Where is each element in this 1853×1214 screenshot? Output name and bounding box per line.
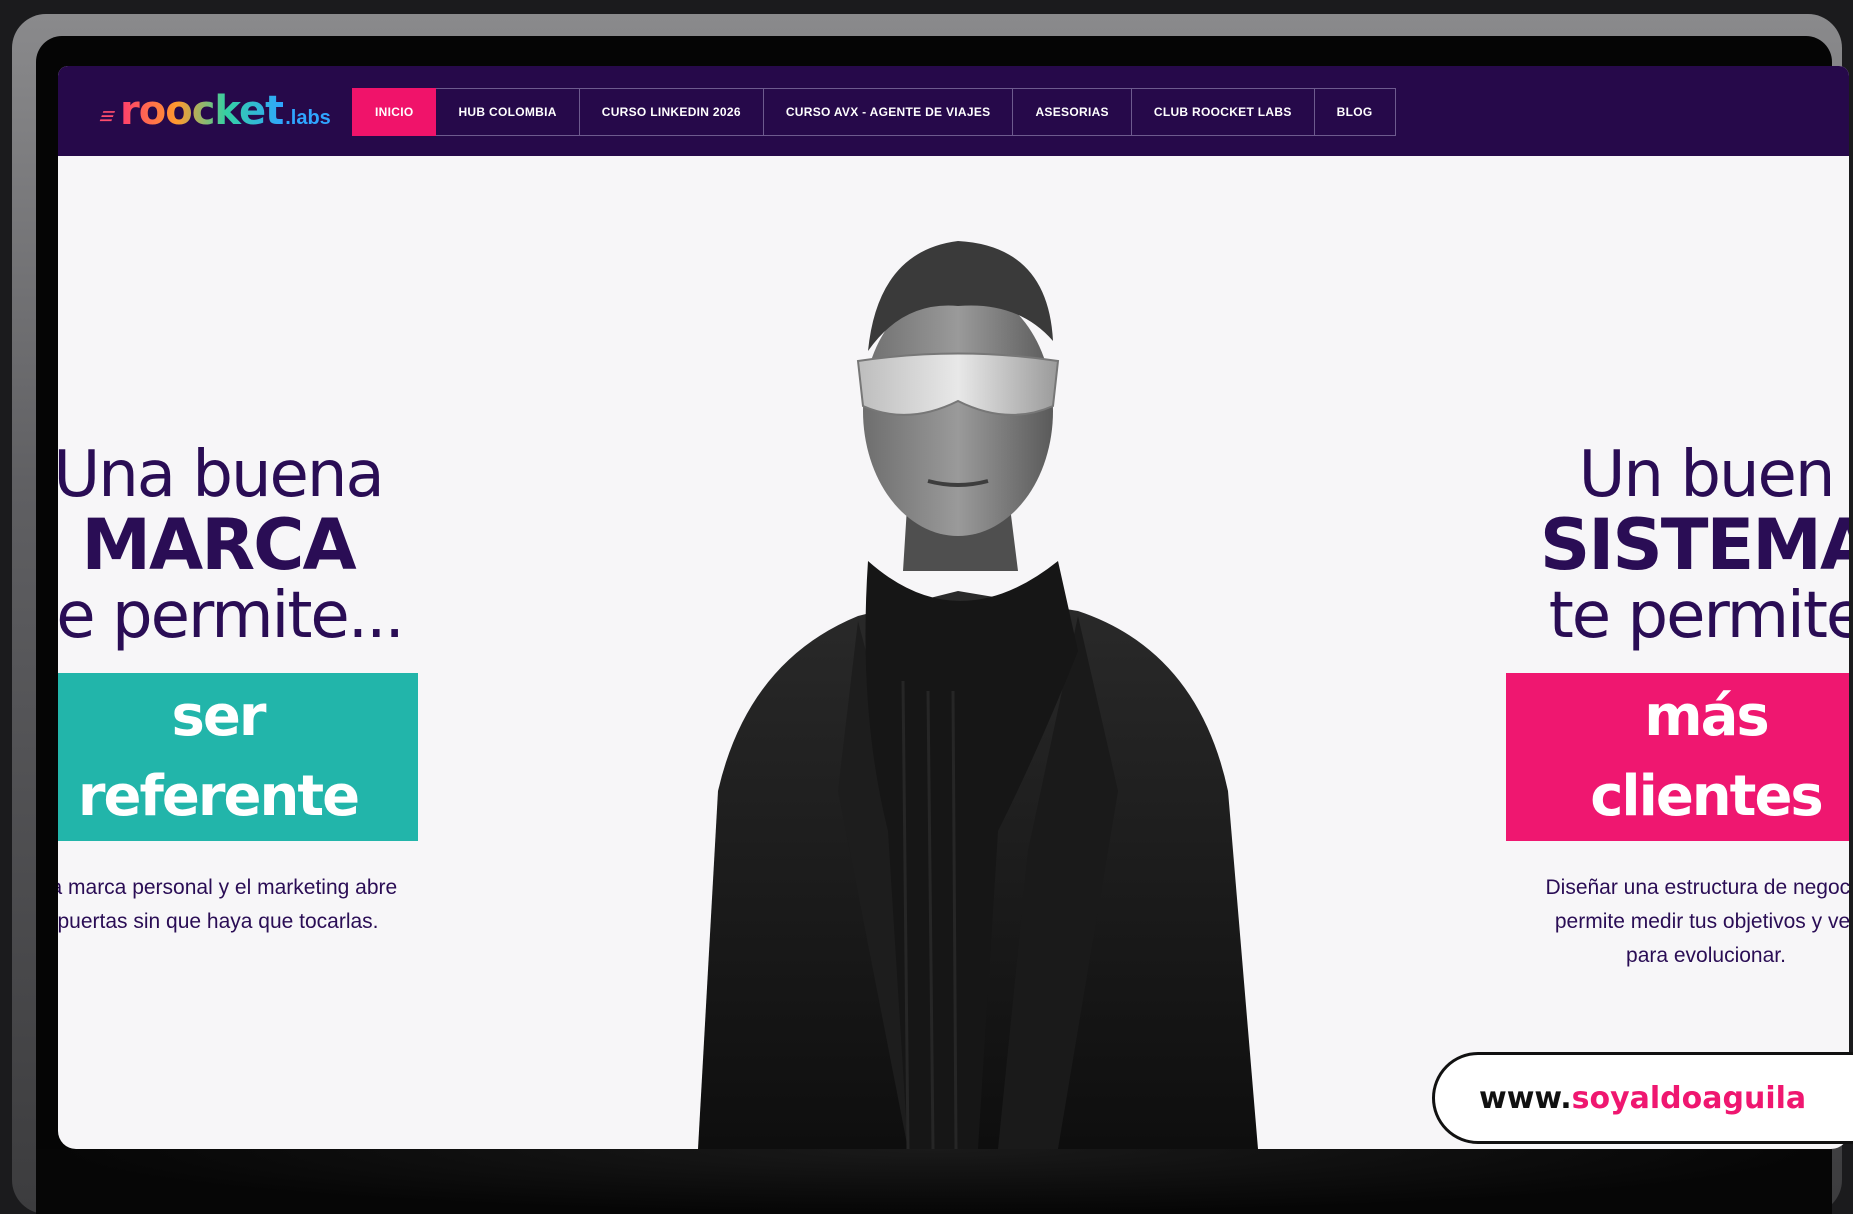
right-heading-line1: Un buen [1578, 438, 1836, 512]
hero-right-copy: Un buen SISTEMA te permite más clientes … [1506, 441, 1849, 973]
logo-wordmark: roocket [120, 88, 284, 134]
laptop-bezel: ≡ roocket .labs INICIO HUB COLOMBIA CURS… [36, 36, 1849, 1214]
speed-lines-icon: ≡ [95, 103, 120, 130]
website-screen: ≡ roocket .labs INICIO HUB COLOMBIA CURS… [58, 66, 1849, 1149]
url-prefix: www. [1479, 1080, 1572, 1116]
url-domain: soyaldoaguila [1571, 1080, 1807, 1116]
right-highlight-pill: más clientes [1506, 673, 1849, 841]
laptop-keyboard-area [36, 1149, 1832, 1214]
nav-club-roocket[interactable]: CLUB ROOCKET LABS [1131, 88, 1315, 136]
right-description: Diseñar una estructura de negocio permit… [1506, 871, 1849, 973]
website-url-badge[interactable]: www. soyaldoaguila [1432, 1052, 1853, 1144]
right-heading-line2: SISTEMA [1539, 504, 1849, 586]
left-description-line2: puertas sin que haya que tocarlas. [58, 910, 379, 933]
nav-blog[interactable]: BLOG [1314, 88, 1396, 136]
right-description-line2: permite medir tus objetivos y ver [1554, 910, 1849, 933]
right-description-line3: para evolucionar. [1626, 944, 1786, 967]
right-description-line1: Diseñar una estructura de negocio [1545, 876, 1849, 899]
main-nav: INICIO HUB COLOMBIA CURSO LINKEDIN 2026 … [352, 88, 1396, 138]
left-description: La marca personal y el marketing abre pu… [58, 871, 418, 939]
roocket-labs-logo[interactable]: ≡ roocket .labs [95, 88, 331, 134]
nav-inicio[interactable]: INICIO [352, 88, 437, 136]
nav-curso-avx[interactable]: CURSO AVX - AGENTE DE VIAJES [763, 88, 1014, 136]
logo-suffix: .labs [285, 107, 331, 129]
left-heading-line1: Una buena [58, 438, 385, 512]
laptop-frame: ≡ roocket .labs INICIO HUB COLOMBIA CURS… [12, 14, 1849, 1214]
left-description-line1: La marca personal y el marketing abre [58, 876, 398, 899]
right-heading-line3: te permite [1548, 579, 1849, 653]
left-highlight-pill: ser referente [58, 673, 418, 841]
hero-person-photo [698, 241, 1258, 1149]
nav-asesorias[interactable]: ASESORIAS [1013, 88, 1132, 136]
hero-left-copy: Una buena MARCA te permite... ser refere… [58, 441, 418, 939]
nav-hub-colombia[interactable]: HUB COLOMBIA [436, 88, 580, 136]
left-heading-line3: te permite... [58, 579, 405, 653]
nav-curso-linkedin[interactable]: CURSO LINKEDIN 2026 [579, 88, 764, 136]
top-navbar: ≡ roocket .labs INICIO HUB COLOMBIA CURS… [58, 66, 1849, 156]
left-heading-line2: MARCA [81, 504, 356, 586]
